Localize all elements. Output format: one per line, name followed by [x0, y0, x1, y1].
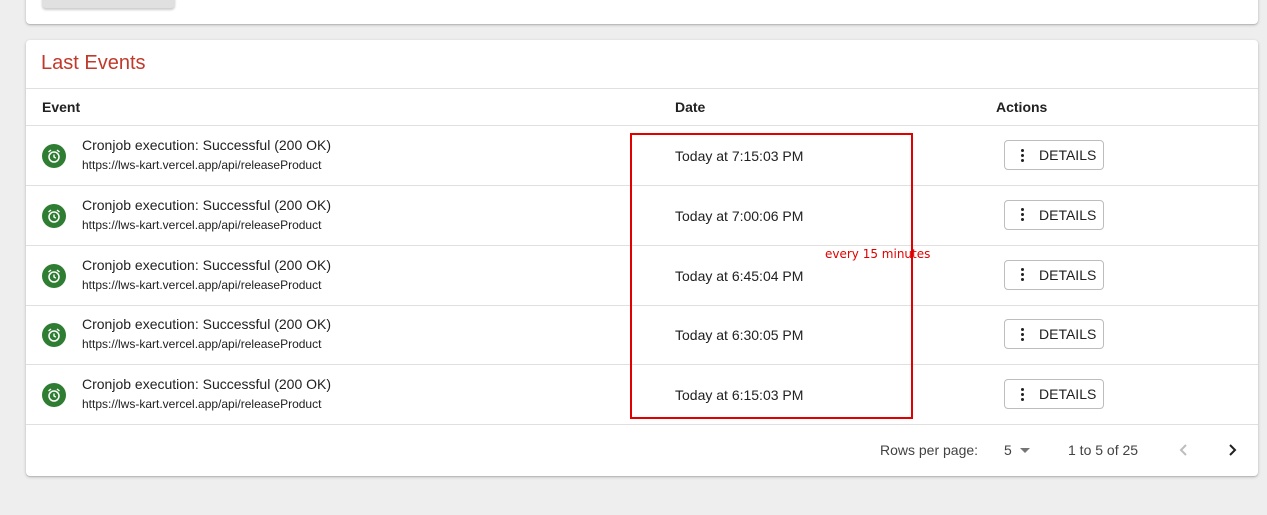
details-button-label: DETAILS: [1039, 386, 1097, 403]
details-button[interactable]: DETAILS: [1004, 259, 1104, 290]
next-page-button[interactable]: [1221, 439, 1243, 461]
last-events-card: Last Events Event Date Actions Cronjob e…: [26, 40, 1258, 476]
previous-page-button[interactable]: [1173, 439, 1195, 461]
event-title: Cronjob execution: Successful (200 OK): [82, 256, 332, 273]
event-date: Today at 6:45:04 PM: [675, 267, 804, 284]
pagination-range: 1 to 5 of 25: [1068, 442, 1139, 458]
table-row: Cronjob execution: Successful (200 OK) h…: [26, 365, 1258, 426]
more-vert-icon: [1005, 387, 1039, 401]
more-vert-icon: [1005, 268, 1039, 282]
alarm-clock-icon: [42, 144, 66, 168]
divider: [26, 88, 1258, 89]
event-url: https://lws-kart.vercel.app/api/releaseP…: [82, 397, 322, 412]
event-title: Cronjob execution: Successful (200 OK): [82, 137, 332, 153]
rows-per-page-select[interactable]: 5: [1004, 442, 1030, 458]
alarm-clock-icon: [42, 383, 66, 408]
details-button-label: DETAILS: [1039, 147, 1097, 163]
alarm-clock-icon: [42, 203, 66, 228]
details-button[interactable]: DETAILS: [1004, 319, 1104, 350]
chevron-left-icon: [1179, 444, 1187, 456]
details-button[interactable]: DETAILS: [1004, 379, 1104, 410]
details-button-label: DETAILS: [1039, 326, 1097, 343]
annotation-text: every 15 minutes: [825, 247, 931, 261]
event-date: Today at 6:30:05 PM: [675, 327, 804, 344]
details-button[interactable]: DETAILS: [1004, 140, 1104, 170]
column-header-event[interactable]: Event: [42, 99, 80, 115]
column-header-date[interactable]: Date: [675, 99, 705, 115]
table-pagination: Rows per page: 5 1 to 5 of 25: [26, 425, 1258, 475]
event-date: Today at 7:00:06 PM: [675, 207, 804, 224]
chevron-right-icon: [1229, 444, 1237, 456]
table-row: Cronjob execution: Successful (200 OK) h…: [26, 126, 1258, 186]
rows-per-page-value: 5: [1004, 442, 1012, 458]
card-title: Last Events: [41, 52, 146, 74]
table-row: Cronjob execution: Successful (200 OK) h…: [26, 305, 1258, 366]
caret-down-icon: [1019, 447, 1030, 453]
rows-per-page-label: Rows per page:: [880, 442, 979, 458]
event-date: Today at 7:15:03 PM: [675, 148, 804, 164]
details-button-label: DETAILS: [1039, 266, 1097, 283]
more-vert-icon: [1005, 208, 1039, 222]
more-vert-icon: [1005, 327, 1039, 341]
event-title: Cronjob execution: Successful (200 OK): [82, 376, 332, 393]
top-card: [26, 0, 1258, 24]
table-row: Cronjob execution: Successful (200 OK) h…: [26, 186, 1258, 246]
event-url: https://lws-kart.vercel.app/api/releaseP…: [82, 217, 322, 232]
details-button[interactable]: DETAILS: [1004, 199, 1104, 230]
alarm-clock-icon: [42, 323, 66, 348]
event-title: Cronjob execution: Successful (200 OK): [82, 196, 332, 213]
event-url: https://lws-kart.vercel.app/api/releaseP…: [82, 158, 322, 172]
event-date: Today at 6:15:03 PM: [675, 387, 804, 404]
top-card-button[interactable]: [42, 0, 175, 8]
alarm-clock-icon: [42, 263, 66, 288]
event-url: https://lws-kart.vercel.app/api/releaseP…: [82, 337, 322, 352]
event-url: https://lws-kart.vercel.app/api/releaseP…: [82, 277, 322, 292]
table-row: Cronjob execution: Successful (200 OK) h…: [26, 246, 1258, 306]
column-header-actions: Actions: [996, 99, 1048, 115]
details-button-label: DETAILS: [1039, 206, 1097, 223]
more-vert-icon: [1005, 148, 1039, 162]
event-title: Cronjob execution: Successful (200 OK): [82, 316, 332, 333]
